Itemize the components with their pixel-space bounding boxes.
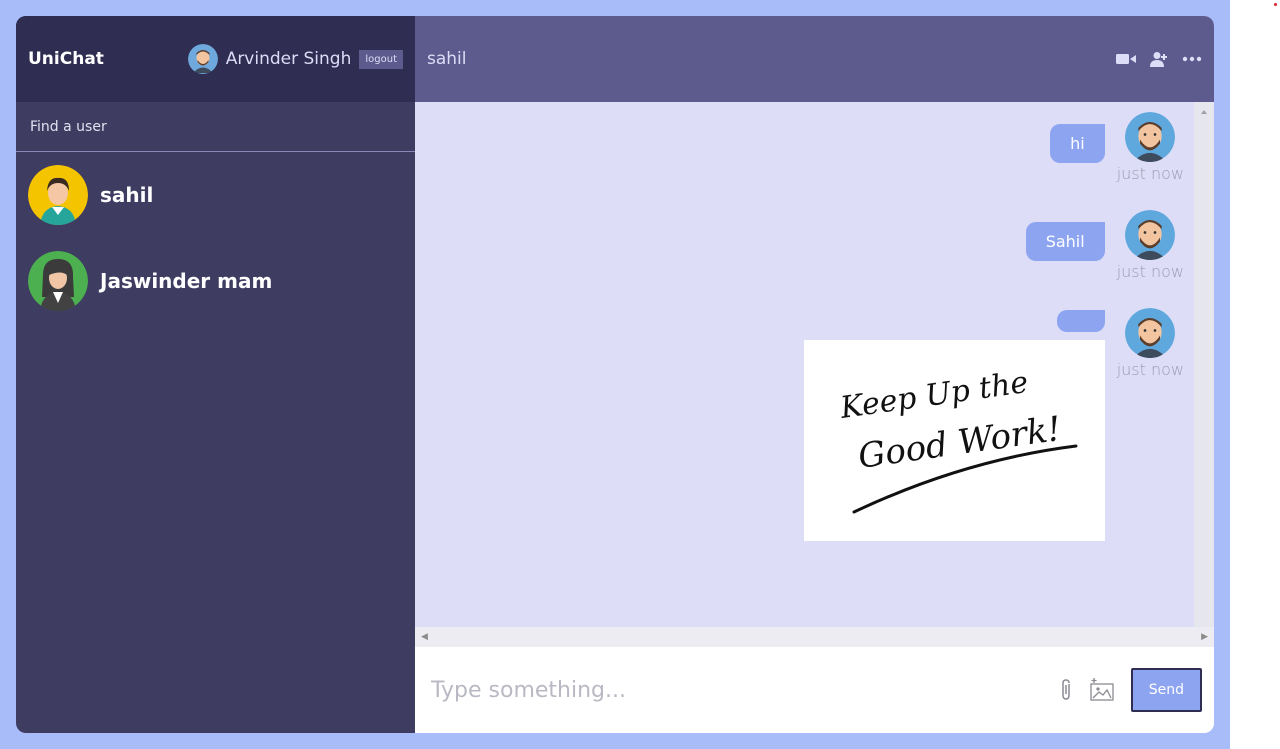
corner-dot [1274,3,1277,6]
send-area: Send [1059,668,1202,712]
chat-actions [1116,51,1202,67]
message-time: just now [1116,262,1184,281]
current-user: Arvinder Singh logout [187,44,403,74]
sidebar-navbar: UniChat Arvinder Singh logout [16,16,415,102]
message-owner: just now Keep Up the Good Work! [803,308,1184,541]
message-owner: just now Sahil [1025,210,1184,281]
user-search [16,102,415,152]
send-button[interactable]: Send [1130,668,1202,712]
message-content: Sahil [1025,210,1105,281]
scroll-left-icon[interactable]: ◀ [421,632,428,642]
message-info: just now [1117,210,1184,281]
message-image[interactable]: Keep Up the Good Work! [803,340,1105,541]
chat-panel: sahil just now hi just now Sahil just no… [415,16,1214,733]
chat-header: sahil [415,16,1214,102]
current-user-avatar [187,44,218,74]
message-owner: just now hi [1050,112,1184,183]
message-bubble-empty [1056,310,1105,332]
chat-title: sahil [427,49,467,69]
message-input[interactable] [429,676,1059,704]
app-container: UniChat Arvinder Singh logout Find a use… [16,16,1214,733]
message-input-bar: Send [415,647,1214,733]
current-user-name: Arvinder Singh [225,49,352,69]
message-content: Keep Up the Good Work! [803,308,1105,541]
message-info: just now [1117,308,1184,541]
logout-button[interactable]: logout [359,49,403,69]
chat-item-sahil[interactable]: sahil [16,152,415,238]
add-image-icon[interactable] [1089,678,1115,702]
message-time: just now [1116,360,1184,379]
sender-avatar [1125,112,1176,162]
horizontal-scrollbar[interactable]: ◀ ▶ [415,627,1214,647]
jaswinder-avatar [28,251,88,311]
message-bubble: Sahil [1025,222,1105,261]
sahil-avatar [28,165,88,225]
video-icon[interactable] [1116,52,1136,66]
sender-avatar [1125,308,1176,358]
chat-item-jaswinder[interactable]: Jaswinder mam [16,238,415,324]
app-logo: UniChat [28,49,104,69]
sidebar: UniChat Arvinder Singh logout Find a use… [16,16,415,733]
chat-item-name: Jaswinder mam [100,269,273,293]
message-list[interactable]: just now hi just now Sahil just now Keep… [415,102,1214,627]
scroll-right-icon[interactable]: ▶ [1201,632,1208,642]
message-time: just now [1116,164,1184,183]
sender-avatar [1125,210,1176,260]
attach-icon[interactable] [1059,678,1073,702]
search-input[interactable] [28,118,407,136]
add-user-icon[interactable] [1150,51,1168,67]
more-icon[interactable] [1182,56,1202,62]
message-info: just now [1117,112,1184,183]
chat-item-name: sahil [100,183,154,207]
message-content: hi [1050,112,1105,183]
message-bubble: hi [1050,124,1105,163]
vertical-scrollbar[interactable] [1194,102,1214,627]
